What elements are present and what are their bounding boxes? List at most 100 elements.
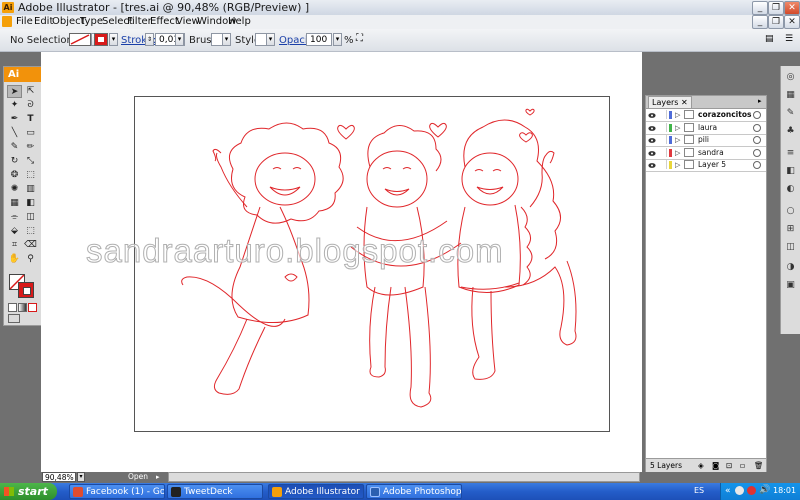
none-mode-icon[interactable] xyxy=(28,303,37,312)
free-transform-tool-icon[interactable]: ⬚ xyxy=(23,169,38,182)
close-button[interactable]: ✕ xyxy=(784,1,800,15)
expand-arrow-icon[interactable]: ▷ xyxy=(675,109,680,121)
restore-button[interactable]: ❐ xyxy=(768,1,784,15)
style-dropdown[interactable]: ▾ xyxy=(266,33,275,46)
visibility-eye-icon[interactable] xyxy=(648,124,656,131)
menu-effect[interactable]: Effect xyxy=(150,16,179,27)
isolate-icon[interactable]: ⛶ xyxy=(356,33,370,46)
lock-toggle[interactable] xyxy=(658,147,667,157)
language-indicator[interactable]: ES xyxy=(694,486,704,495)
zoom-tool-icon[interactable]: ⚲ xyxy=(23,253,38,266)
color-guide-panel-icon[interactable]: ▣ xyxy=(784,280,797,291)
document-icon[interactable] xyxy=(2,16,12,27)
layer-target-icon[interactable] xyxy=(753,148,761,157)
stroke-swatch[interactable] xyxy=(94,33,108,46)
panel-menu-icon[interactable]: ☰ xyxy=(785,34,797,45)
doc-close-button[interactable]: ✕ xyxy=(784,15,800,29)
slice-tool-icon[interactable]: ⌗ xyxy=(7,239,22,252)
expand-arrow-icon[interactable]: ▷ xyxy=(675,147,680,159)
layer-name[interactable]: laura xyxy=(698,122,717,134)
graph-tool-icon[interactable]: ▥ xyxy=(23,183,38,196)
scale-tool-icon[interactable]: ⤡ xyxy=(23,155,38,168)
fill-swatch[interactable] xyxy=(69,33,91,46)
taskbar-item-facebook[interactable]: Facebook (1) - Googl... xyxy=(69,484,165,499)
tray-app-icon[interactable] xyxy=(735,486,744,495)
gradient-panel-icon[interactable]: ◧ xyxy=(784,166,797,177)
locate-object-icon[interactable]: ◈ xyxy=(698,459,704,472)
tray-collapse-icon[interactable]: « xyxy=(725,486,731,496)
layer-name[interactable]: pili xyxy=(698,134,709,146)
expand-arrow-icon[interactable]: ▷ xyxy=(675,134,680,146)
lock-toggle[interactable] xyxy=(658,160,667,169)
doc-restore-button[interactable]: ❐ xyxy=(768,15,784,29)
expand-arrow-icon[interactable]: ▷ xyxy=(675,122,680,134)
tab-layers[interactable]: Layers ✕ xyxy=(648,96,692,108)
document-setup-icon[interactable]: ▤ xyxy=(765,34,777,45)
symbols-icon[interactable]: ♣ xyxy=(784,126,797,137)
close-tab-icon[interactable]: ✕ xyxy=(681,98,688,107)
layer-name[interactable]: corazoncitos xyxy=(698,109,751,121)
transparency-panel-icon[interactable]: ◐ xyxy=(784,184,797,195)
brush-dropdown[interactable]: ▾ xyxy=(222,33,231,46)
magic-wand-tool-icon[interactable]: ✦ xyxy=(7,99,22,112)
layer-target-icon[interactable] xyxy=(753,136,761,144)
direct-selection-tool-icon[interactable]: ⇱ xyxy=(23,85,38,98)
rectangle-tool-icon[interactable]: ▭ xyxy=(23,127,38,140)
pencil-tool-icon[interactable]: ✏ xyxy=(23,141,38,154)
menu-filter[interactable]: Filter xyxy=(127,16,152,27)
tray-security-icon[interactable] xyxy=(747,486,756,495)
gradient-mode-icon[interactable] xyxy=(18,303,27,312)
layer-row[interactable]: ▷ laura xyxy=(646,122,766,135)
screen-mode-icon[interactable] xyxy=(8,314,20,323)
taskbar-item-photoshop[interactable]: Adobe Photoshop CS... xyxy=(366,484,462,499)
visibility-eye-icon[interactable] xyxy=(648,161,656,168)
zoom-dropdown[interactable]: ▾ xyxy=(77,472,85,482)
lasso-tool-icon[interactable]: ᘐ xyxy=(23,99,38,112)
gradient-tool-icon[interactable]: ◧ xyxy=(23,197,38,210)
zoom-field[interactable]: 90,48% xyxy=(42,472,76,482)
blend-tool-icon[interactable]: ◫ xyxy=(23,211,38,224)
layer-row[interactable]: ▷ Layer 5 xyxy=(646,159,766,172)
panel-options-icon[interactable]: ▸ xyxy=(758,97,762,105)
opacity-input[interactable]: 100 xyxy=(306,33,332,46)
layer-name[interactable]: Layer 5 xyxy=(698,159,726,171)
make-clipping-mask-icon[interactable]: ◙ xyxy=(712,459,719,472)
start-button[interactable]: start xyxy=(0,483,57,500)
taskbar-item-illustrator[interactable]: Adobe Illustrator - [tr... xyxy=(268,484,364,499)
visibility-eye-icon[interactable] xyxy=(648,136,656,143)
delete-layer-icon[interactable]: 🗑 xyxy=(754,459,764,472)
horizontal-scrollbar[interactable] xyxy=(168,472,640,482)
graphic-styles-icon[interactable]: ◎ xyxy=(784,72,797,83)
stroke-panel-icon[interactable]: ≡ xyxy=(784,148,797,159)
layer-name[interactable]: sandra xyxy=(698,147,724,159)
doc-minimize-button[interactable]: _ xyxy=(752,15,768,29)
layer-target-icon[interactable] xyxy=(753,161,761,169)
pen-tool-icon[interactable]: ✒ xyxy=(7,113,22,126)
menu-type[interactable]: Type xyxy=(80,16,103,27)
layer-target-icon[interactable] xyxy=(753,123,761,132)
stroke-weight-dropdown[interactable]: ▾ xyxy=(175,33,184,46)
minimize-button[interactable]: _ xyxy=(752,1,768,15)
expand-arrow-icon[interactable]: ▷ xyxy=(675,159,680,171)
new-sublayer-icon[interactable]: ⊡ xyxy=(726,459,732,472)
layer-row[interactable]: ▷ sandra xyxy=(646,147,766,160)
live-paint-selection-tool-icon[interactable]: ⬚ xyxy=(23,225,38,238)
type-tool-icon[interactable]: T xyxy=(23,113,38,126)
stroke-stepper[interactable]: ⇕ xyxy=(145,33,154,46)
menu-edit[interactable]: Edit xyxy=(34,16,53,27)
lock-toggle[interactable] xyxy=(658,110,667,119)
hand-tool-icon[interactable]: ✋ xyxy=(7,253,22,266)
taskbar-item-tweetdeck[interactable]: TweetDeck xyxy=(167,484,263,499)
selection-tool-icon[interactable]: ➤ xyxy=(7,85,22,98)
visibility-eye-icon[interactable] xyxy=(648,149,656,156)
lock-toggle[interactable] xyxy=(658,135,667,144)
symbol-sprayer-tool-icon[interactable]: ✺ xyxy=(7,183,22,196)
warp-tool-icon[interactable]: ❂ xyxy=(7,169,22,182)
opacity-dropdown[interactable]: ▾ xyxy=(333,33,342,46)
color-mode-icon[interactable] xyxy=(8,303,17,312)
layer-row[interactable]: ▷ corazoncitos xyxy=(646,109,766,122)
eyedropper-tool-icon[interactable]: ⌯ xyxy=(7,211,22,224)
menu-file[interactable]: File xyxy=(16,16,33,27)
menu-help[interactable]: Help xyxy=(228,16,251,27)
align-panel-icon[interactable]: ⊞ xyxy=(784,224,797,235)
